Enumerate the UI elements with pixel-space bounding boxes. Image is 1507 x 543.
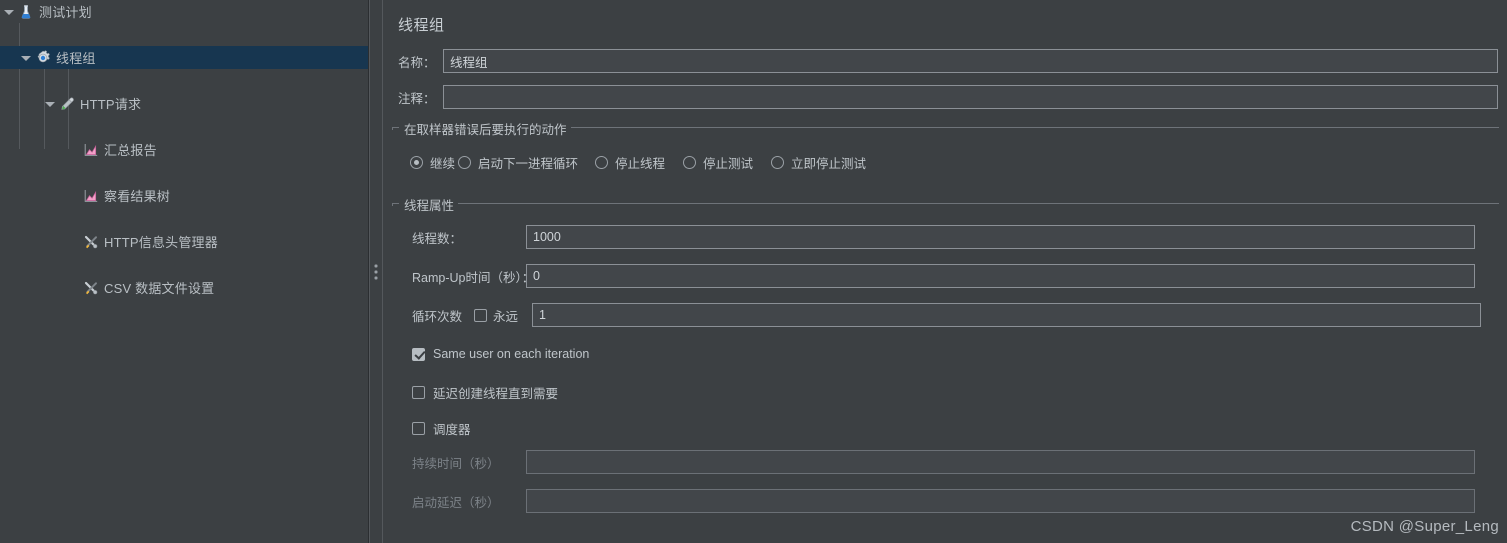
radio-mark-icon: [683, 156, 696, 169]
radio-start-next-thread-loop[interactable]: 启动下一进程循环: [458, 153, 578, 172]
radio-label: 停止测试: [703, 157, 754, 171]
duration-input: [526, 450, 1475, 474]
tree-item-label: 测试计划: [39, 5, 92, 20]
radio-mark-icon: [458, 156, 471, 169]
thread-properties-groupbox: 线程属性 线程数： Ramp-Up时间（秒）： 循环次数 永远: [392, 195, 1499, 523]
pipette-icon: [58, 95, 76, 113]
gear-icon: [34, 49, 52, 67]
radio-mark-icon: [771, 156, 784, 169]
error-action-title: 在取样器错误后要执行的动作: [400, 119, 571, 138]
checkbox-mark-icon: [412, 347, 425, 361]
rampup-field-row: Ramp-Up时间（秒）：: [412, 264, 1475, 288]
tree-item-http-header-manager[interactable]: HTTP信息头管理器: [0, 230, 368, 253]
chart-icon: [82, 141, 100, 159]
duration-label: 持续时间（秒）: [412, 456, 500, 471]
name-field-row: 名称：: [398, 49, 1498, 73]
tools-icon: [82, 233, 100, 251]
tree-item-http-request[interactable]: HTTP请求: [0, 92, 368, 115]
panel-splitter[interactable]: [369, 0, 383, 543]
tree-item-test-plan[interactable]: 测试计划: [0, 0, 368, 23]
tree-guide-lines: [0, 0, 368, 543]
page-title: 线程组: [398, 17, 445, 34]
threads-label: 线程数：: [412, 231, 463, 246]
tree-item-csv-data-set-config[interactable]: CSV 数据文件设置: [0, 276, 368, 299]
checkbox-label: 延迟创建线程直到需要: [433, 387, 559, 401]
tree-item-thread-group[interactable]: 线程组: [0, 46, 368, 69]
name-label: 名称：: [398, 55, 436, 70]
chevron-down-icon[interactable]: [44, 98, 55, 109]
jmeter-window: 测试计划 线程组 HTTP请求 汇总报告 察看结果树 HTTP信息头管理器 CS…: [0, 0, 1507, 543]
checkbox-same-user-each-iteration[interactable]: Same user on each iteration: [412, 347, 589, 361]
radio-label: 启动下一进程循环: [478, 157, 579, 171]
tree-item-label: 线程组: [56, 51, 96, 66]
chevron-down-icon[interactable]: [3, 6, 14, 17]
checkbox-label: 调度器: [433, 423, 471, 437]
startup-delay-field-row: 启动延迟（秒）: [412, 489, 1475, 513]
error-action-groupbox: 在取样器错误后要执行的动作 继续 启动下一进程循环 停止线程 停止测试 立即停止…: [392, 119, 1499, 181]
threads-input[interactable]: [526, 225, 1475, 249]
tree-item-label: CSV 数据文件设置: [104, 281, 215, 296]
radio-label: 继续: [430, 157, 456, 171]
comment-label: 注释：: [398, 91, 436, 106]
radio-mark-icon: [410, 156, 423, 169]
checkbox-label: Same user on each iteration: [433, 347, 590, 361]
radio-label: 立即停止测试: [791, 157, 867, 171]
tree-item-view-results-tree[interactable]: 察看结果树: [0, 184, 368, 207]
loop-count-field-row: 循环次数 永远: [412, 303, 1482, 327]
radio-stop-test-now[interactable]: 立即停止测试: [771, 153, 866, 172]
checkbox-forever[interactable]: 永远: [474, 306, 518, 325]
tree-item-label: 察看结果树: [104, 189, 171, 204]
watermark-text: CSDN @Super_Leng: [1350, 518, 1499, 535]
thread-group-config-panel: 线程组 名称： 注释： 在取样器错误后要执行的动作 继续 启动下一进程循环: [383, 0, 1507, 543]
checkbox-mark-icon: [412, 422, 425, 435]
rampup-label: Ramp-Up时间（秒）：: [412, 270, 535, 285]
checkbox-mark-icon: [474, 308, 487, 322]
tree-item-label: HTTP请求: [80, 97, 142, 112]
loop-count-label: 循环次数: [412, 309, 463, 324]
test-plan-tree-panel: 测试计划 线程组 HTTP请求 汇总报告 察看结果树 HTTP信息头管理器 CS…: [0, 0, 369, 543]
flask-icon: [17, 3, 35, 21]
chevron-down-icon[interactable]: [20, 52, 31, 63]
radio-stop-thread[interactable]: 停止线程: [595, 153, 665, 172]
loop-count-input[interactable]: [532, 303, 1482, 327]
tree-item-summary-report[interactable]: 汇总报告: [0, 138, 368, 161]
tree-item-label: HTTP信息头管理器: [104, 235, 218, 250]
radio-stop-test[interactable]: 停止测试: [683, 153, 753, 172]
radio-label: 停止线程: [615, 157, 666, 171]
tree-item-label: 汇总报告: [104, 143, 157, 158]
tools-icon: [82, 279, 100, 297]
checkbox-mark-icon: [412, 386, 425, 399]
checkbox-label: 永远: [493, 309, 519, 324]
threads-field-row: 线程数：: [412, 225, 1475, 249]
startup-delay-label: 启动延迟（秒）: [412, 495, 500, 510]
radio-mark-icon: [595, 156, 608, 169]
comment-field-row: 注释：: [398, 85, 1498, 109]
rampup-input[interactable]: [526, 264, 1475, 288]
comment-input[interactable]: [443, 85, 1498, 109]
splitter-handle[interactable]: [374, 264, 378, 279]
chart-icon: [82, 187, 100, 205]
startup-delay-input: [526, 489, 1475, 513]
duration-field-row: 持续时间（秒）: [412, 450, 1475, 474]
radio-continue[interactable]: 继续: [410, 153, 455, 172]
checkbox-scheduler[interactable]: 调度器: [412, 419, 471, 438]
checkbox-delay-thread-creation[interactable]: 延迟创建线程直到需要: [412, 383, 558, 402]
name-input[interactable]: [443, 49, 1498, 73]
thread-properties-title: 线程属性: [400, 195, 459, 214]
